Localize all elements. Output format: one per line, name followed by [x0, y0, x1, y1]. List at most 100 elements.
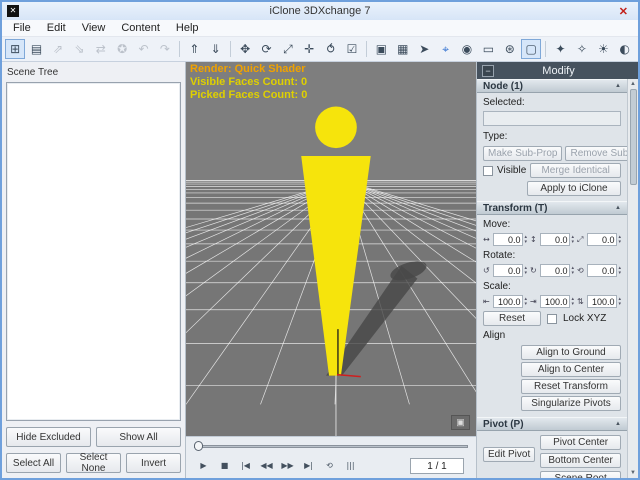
- reset-button[interactable]: Reset: [483, 311, 541, 326]
- scene-root-button[interactable]: Scene Root: [540, 471, 621, 478]
- menu-view[interactable]: View: [74, 21, 114, 35]
- mouse-control-button[interactable]: ⌖: [435, 39, 455, 59]
- rotate-tool-button[interactable]: ⟳: [256, 39, 276, 59]
- shading-mode-button[interactable]: ▣: [371, 39, 391, 59]
- show-all-button[interactable]: Show All: [96, 427, 181, 447]
- loop-button[interactable]: ⟲: [320, 457, 339, 475]
- rotate-y-spinner[interactable]: ↻ 0.0 ▴▾: [530, 264, 574, 277]
- scene-tree-view[interactable]: [6, 82, 181, 421]
- remove-subprop-button[interactable]: Remove Sub-Prop: [565, 146, 627, 161]
- scale-tool-button[interactable]: ⤢: [278, 39, 298, 59]
- export-bvh-button[interactable]: ⇄: [91, 39, 111, 59]
- selected-value-field[interactable]: [483, 111, 621, 126]
- spinner-arrows-icon[interactable]: ▴▾: [524, 297, 527, 307]
- undo-button[interactable]: ↶: [133, 39, 153, 59]
- reset-transform-button[interactable]: Reset Transform: [521, 379, 621, 394]
- move-x-value[interactable]: 0.0: [493, 233, 523, 246]
- scene-tree-toggle-button[interactable]: ⊞: [5, 39, 25, 59]
- visible-checkbox[interactable]: [483, 166, 493, 176]
- hide-excluded-button[interactable]: Hide Excluded: [6, 427, 91, 447]
- spinner-arrows-icon[interactable]: ▴▾: [524, 266, 527, 276]
- collapse-panel-button[interactable]: −: [482, 65, 494, 77]
- scroll-down-icon[interactable]: ▼: [630, 468, 636, 478]
- scale-z-value[interactable]: 100.0: [587, 295, 617, 308]
- marquee-select-button[interactable]: ▢: [521, 39, 541, 59]
- screen-mode-button[interactable]: ▭: [478, 39, 498, 59]
- scale-x-spinner[interactable]: ⇤ 100.0 ▴▾: [483, 295, 527, 308]
- menu-help[interactable]: Help: [168, 21, 207, 35]
- move-y-spinner[interactable]: ↕ 0.0 ▴▾: [530, 233, 574, 246]
- scale-x-value[interactable]: 100.0: [493, 295, 523, 308]
- rotate-x-value[interactable]: 0.0: [493, 264, 523, 277]
- rotate-x-spinner[interactable]: ↺ 0.0 ▴▾: [483, 264, 527, 277]
- export-button[interactable]: ⇓: [206, 39, 226, 59]
- section-pivot-header[interactable]: Pivot (P) ▲: [477, 417, 627, 431]
- wireframe-mode-button[interactable]: ▦: [393, 39, 413, 59]
- title-bar[interactable]: ✕ iClone 3DXchange 7 ✕: [2, 2, 638, 20]
- redo-button[interactable]: ↷: [155, 39, 175, 59]
- next-frame-button[interactable]: ▶▶: [278, 457, 297, 475]
- move-tool-button[interactable]: ✥: [235, 39, 255, 59]
- move-z-value[interactable]: 0.0: [587, 233, 617, 246]
- scale-y-value[interactable]: 100.0: [540, 295, 570, 308]
- rotate-y-value[interactable]: 0.0: [540, 264, 570, 277]
- section-transform-header[interactable]: Transform (T) ▲: [477, 201, 627, 215]
- scale-y-spinner[interactable]: ⇥ 100.0 ▴▾: [530, 295, 574, 308]
- invert-button[interactable]: Invert: [126, 453, 181, 473]
- merge-identical-button[interactable]: Merge Identical: [530, 163, 621, 178]
- shadow-toggle-button[interactable]: ◐: [615, 39, 635, 59]
- close-button[interactable]: ✕: [609, 5, 638, 18]
- pick-tool-button[interactable]: ➤: [414, 39, 434, 59]
- lock-xyz-checkbox[interactable]: [547, 314, 557, 324]
- rotate-z-spinner[interactable]: ⟲ 0.0 ▴▾: [577, 264, 621, 277]
- modify-scrollbar[interactable]: ▲ ▼: [627, 79, 638, 478]
- move-y-value[interactable]: 0.0: [540, 233, 570, 246]
- move-x-spinner[interactable]: ↔ 0.0 ▴▾: [483, 233, 527, 246]
- pivot-center-button[interactable]: Pivot Center: [540, 435, 621, 450]
- rotate-z-value[interactable]: 0.0: [587, 264, 617, 277]
- apply-to-iclone-panel-button[interactable]: Apply to iClone: [527, 181, 621, 196]
- light-1-button[interactable]: ✦: [550, 39, 570, 59]
- stop-button[interactable]: ■: [215, 457, 234, 475]
- prev-frame-button[interactable]: ◀◀: [257, 457, 276, 475]
- reset-rotation-button[interactable]: ⥀: [320, 39, 340, 59]
- light-2-button[interactable]: ✧: [572, 39, 592, 59]
- menu-content[interactable]: Content: [113, 21, 168, 35]
- edit-pivot-button[interactable]: Edit Pivot: [483, 447, 535, 462]
- sun-light-button[interactable]: ☀: [593, 39, 613, 59]
- first-frame-button[interactable]: |◀: [236, 457, 255, 475]
- spinner-arrows-icon[interactable]: ▴▾: [571, 297, 574, 307]
- viewport-mode-button[interactable]: ▣: [451, 415, 470, 430]
- spinner-arrows-icon[interactable]: ▴▾: [571, 235, 574, 245]
- singularize-pivots-button[interactable]: Singularize Pivots: [521, 396, 621, 411]
- spinner-arrows-icon[interactable]: ▴▾: [618, 266, 621, 276]
- spinner-arrows-icon[interactable]: ▴▾: [571, 266, 574, 276]
- timeline-track[interactable]: [194, 445, 468, 448]
- timeline-thumb[interactable]: [194, 441, 203, 451]
- scale-z-spinner[interactable]: ⇅ 100.0 ▴▾: [577, 295, 621, 308]
- menu-file[interactable]: File: [5, 21, 39, 35]
- globe-button[interactable]: ⊛: [500, 39, 520, 59]
- open-file-button[interactable]: ▤: [26, 39, 46, 59]
- timeline-slider[interactable]: [194, 439, 468, 453]
- import-button[interactable]: ⇑: [184, 39, 204, 59]
- play-button[interactable]: ▶: [194, 457, 213, 475]
- make-subprop-button[interactable]: Make Sub-Prop: [483, 146, 562, 161]
- auto-align-checkbox-button[interactable]: ☑: [342, 39, 362, 59]
- scroll-up-icon[interactable]: ▲: [630, 79, 636, 89]
- spinner-arrows-icon[interactable]: ▴▾: [618, 235, 621, 245]
- select-all-button[interactable]: Select All: [6, 453, 61, 473]
- select-none-button[interactable]: Select None: [66, 453, 121, 473]
- bottom-center-button[interactable]: Bottom Center: [540, 453, 621, 468]
- viewport[interactable]: Render: Quick Shader Visible Faces Count…: [186, 62, 476, 436]
- menu-edit[interactable]: Edit: [39, 21, 74, 35]
- spinner-arrows-icon[interactable]: ▴▾: [618, 297, 621, 307]
- scrollbar-thumb[interactable]: [630, 89, 637, 185]
- spinner-arrows-icon[interactable]: ▴▾: [524, 235, 527, 245]
- section-node-header[interactable]: Node (1) ▲: [477, 79, 627, 93]
- speed-button[interactable]: |||: [341, 457, 360, 475]
- align-to-ground-button[interactable]: Align to Ground: [521, 345, 621, 360]
- export-fbx-button[interactable]: ⇘: [69, 39, 89, 59]
- move-z-spinner[interactable]: ⤢ 0.0 ▴▾: [577, 233, 621, 246]
- apply-to-iclone-button[interactable]: ✪: [112, 39, 132, 59]
